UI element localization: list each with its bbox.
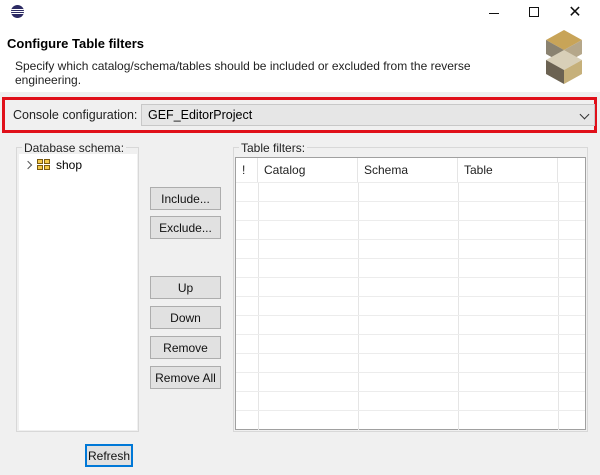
column-header-exclude-flag[interactable]: ! [236,158,258,182]
eclipse-app-icon [11,5,24,18]
table-row-divider [236,258,585,259]
table-row-divider [236,239,585,240]
window-titlebar: ✕ [0,0,600,24]
database-schema-tree[interactable]: shop [19,154,137,430]
column-header-catalog[interactable]: Catalog [258,158,358,182]
table-row-divider [236,391,585,392]
table-row-divider [236,220,585,221]
tree-item-shop[interactable]: shop [23,157,82,173]
chevron-right-icon[interactable] [23,160,33,170]
page-description: Specify which catalog/schema/tables shou… [15,59,471,87]
down-button[interactable]: Down [150,306,221,329]
hibernate-wizard-icon [546,30,582,84]
close-button[interactable]: ✕ [555,0,595,24]
table-row-divider [236,296,585,297]
console-configuration-label: Console configuration: [13,108,138,122]
console-configuration-row: Console configuration: GEF_EditorProject [2,97,597,133]
close-icon: ✕ [568,4,582,21]
console-configuration-value: GEF_EditorProject [148,108,253,122]
table-row-divider [236,277,585,278]
table-row-divider [236,410,585,411]
remove-button[interactable]: Remove [150,336,221,359]
table-row-divider [236,353,585,354]
database-schema-label: Database schema: [22,141,127,155]
page-title: Configure Table filters [7,36,144,51]
column-header-table[interactable]: Table [458,158,558,182]
refresh-button[interactable]: Refresh [85,444,133,467]
minimize-icon [489,12,499,14]
console-configuration-select[interactable]: GEF_EditorProject [141,104,595,126]
table-filters-label: Table filters: [239,141,308,155]
table-row-divider [236,334,585,335]
wizard-header: Configure Table filters Specify which ca… [0,24,600,92]
column-header-schema[interactable]: Schema [358,158,458,182]
table-row-divider [236,315,585,316]
tree-item-label: shop [56,158,83,172]
maximize-button[interactable] [514,0,554,24]
exclude-button[interactable]: Exclude... [150,216,221,239]
up-button[interactable]: Up [150,276,221,299]
table-row-divider [236,201,585,202]
table-filters-table[interactable]: ! Catalog Schema Table [235,157,586,430]
minimize-button[interactable] [474,0,514,24]
table-row-divider [236,372,585,373]
maximize-icon [529,7,539,17]
database-icon [37,158,52,172]
chevron-down-icon [579,109,590,120]
table-row-divider [236,182,585,183]
include-button[interactable]: Include... [150,187,221,210]
remove-all-button[interactable]: Remove All [150,366,221,389]
